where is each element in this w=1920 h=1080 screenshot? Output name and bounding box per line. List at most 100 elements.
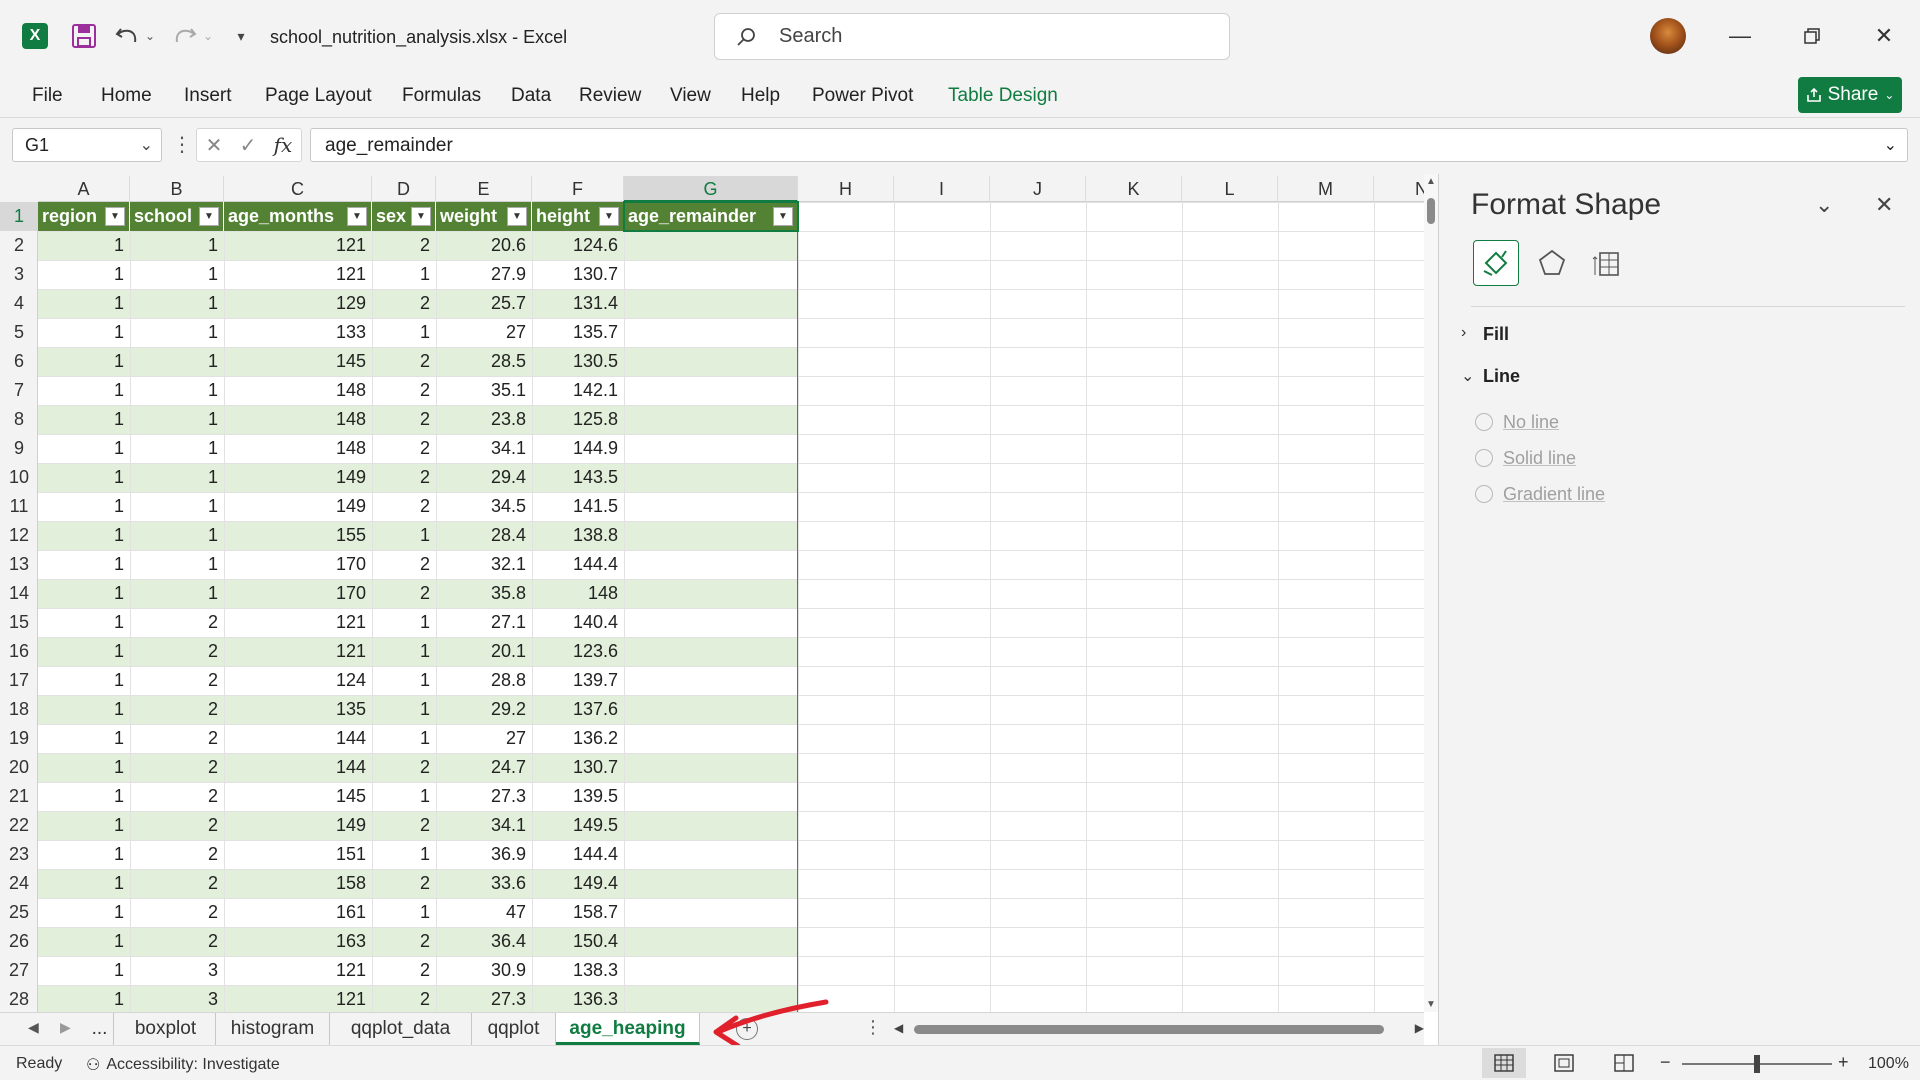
table-cell[interactable]: 151 [224, 840, 372, 869]
row-header[interactable]: 5 [0, 318, 38, 347]
table-cell[interactable]: 2 [372, 347, 436, 376]
sheet-tab-histogram[interactable]: histogram [216, 1013, 330, 1045]
table-cell[interactable]: 121 [224, 260, 372, 289]
table-cell[interactable]: 2 [372, 753, 436, 782]
table-cell[interactable]: 1 [372, 695, 436, 724]
table-cell[interactable]: 1 [38, 956, 130, 985]
table-cell[interactable]: 1 [38, 695, 130, 724]
table-cell[interactable]: 149 [224, 492, 372, 521]
table-cell[interactable]: 1 [38, 318, 130, 347]
table-cell[interactable]: 1 [38, 753, 130, 782]
undo-dropdown-icon[interactable]: ⌄ [142, 24, 158, 48]
table-cell[interactable]: 150.4 [532, 927, 624, 956]
minimize-icon[interactable]: — [1720, 18, 1760, 54]
row-header[interactable]: 8 [0, 405, 38, 434]
table-cell[interactable]: 148 [224, 376, 372, 405]
table-cell[interactable]: 1 [372, 318, 436, 347]
tab-help[interactable]: Help [741, 84, 780, 108]
table-cell[interactable]: 47 [436, 898, 532, 927]
tab-data[interactable]: Data [511, 84, 551, 108]
table-cell[interactable]: 27.9 [436, 260, 532, 289]
row-header[interactable]: 1 [0, 202, 38, 231]
zoom-out-icon[interactable]: − [1660, 1052, 1671, 1073]
table-cell[interactable]: 125.8 [532, 405, 624, 434]
table-cell[interactable]: 29.4 [436, 463, 532, 492]
zoom-slider[interactable] [1682, 1055, 1832, 1073]
table-cell[interactable]: 2 [130, 869, 224, 898]
table-cell[interactable]: 30.9 [436, 956, 532, 985]
table-cell[interactable]: 170 [224, 579, 372, 608]
table-header-cell[interactable]: sex ▼ [372, 202, 436, 231]
table-cell[interactable]: 1 [130, 376, 224, 405]
solid-line-option[interactable]: Solid line [1475, 448, 1576, 469]
table-cell[interactable]: 170 [224, 550, 372, 579]
fill-section-header[interactable]: › Fill [1461, 324, 1509, 345]
table-header-cell[interactable]: age_remainder ▼ [624, 202, 798, 231]
table-cell[interactable]: 1 [130, 347, 224, 376]
table-cell[interactable]: 129 [224, 289, 372, 318]
table-cell[interactable]: 2 [372, 811, 436, 840]
table-cell[interactable]: 35.8 [436, 579, 532, 608]
table-cell[interactable]: 27 [436, 724, 532, 753]
table-cell[interactable]: 1 [372, 260, 436, 289]
close-icon[interactable]: ✕ [1864, 18, 1904, 54]
row-header[interactable]: 21 [0, 782, 38, 811]
scroll-up-icon[interactable]: ▲ [1424, 176, 1438, 187]
table-cell[interactable]: 135.7 [532, 318, 624, 347]
table-cell[interactable]: 2 [130, 840, 224, 869]
row-header[interactable]: 22 [0, 811, 38, 840]
table-cell[interactable]: 1 [38, 927, 130, 956]
table-cell[interactable]: 1 [38, 347, 130, 376]
table-cell[interactable]: 130.5 [532, 347, 624, 376]
table-cell[interactable]: 2 [130, 753, 224, 782]
column-header[interactable]: N [1374, 176, 1424, 202]
row-header[interactable]: 19 [0, 724, 38, 753]
row-header[interactable]: 11 [0, 492, 38, 521]
search-box[interactable]: Search [714, 13, 1230, 60]
table-cell[interactable]: 131.4 [532, 289, 624, 318]
table-cell[interactable]: 1 [38, 289, 130, 318]
table-cell[interactable]: 1 [38, 376, 130, 405]
table-cell[interactable]: 2 [372, 231, 436, 260]
table-cell[interactable]: 2 [372, 869, 436, 898]
table-cell[interactable]: 141.5 [532, 492, 624, 521]
table-cell[interactable]: 28.8 [436, 666, 532, 695]
chevron-down-icon[interactable]: ⌄ [140, 135, 153, 155]
table-cell[interactable]: 2 [130, 811, 224, 840]
insert-function-icon[interactable]: fx [274, 133, 293, 157]
table-cell[interactable]: 34.1 [436, 811, 532, 840]
table-cell[interactable]: 123.6 [532, 637, 624, 666]
table-cell[interactable]: 145 [224, 782, 372, 811]
filter-dropdown-icon[interactable]: ▼ [105, 207, 125, 226]
horizontal-scrollbar[interactable]: ◀ ▶ [894, 1021, 1424, 1037]
table-cell[interactable]: 1 [130, 231, 224, 260]
table-cell[interactable]: 28.5 [436, 347, 532, 376]
table-cell[interactable]: 121 [224, 956, 372, 985]
table-cell[interactable]: 20.6 [436, 231, 532, 260]
row-header[interactable]: 9 [0, 434, 38, 463]
tab-table-design[interactable]: Table Design [948, 84, 1058, 108]
table-cell[interactable]: 1 [130, 550, 224, 579]
row-header[interactable]: 4 [0, 289, 38, 318]
table-cell[interactable]: 124 [224, 666, 372, 695]
page-layout-view-button[interactable] [1542, 1048, 1586, 1078]
table-cell[interactable]: 2 [372, 927, 436, 956]
table-cell[interactable]: 149.5 [532, 811, 624, 840]
table-cell[interactable]: 34.5 [436, 492, 532, 521]
table-cell[interactable]: 23.8 [436, 405, 532, 434]
table-header-cell[interactable]: weight ▼ [436, 202, 532, 231]
prev-sheet-icon[interactable]: ◀ [28, 1019, 39, 1036]
sheet-tab-boxplot[interactable]: boxplot [116, 1013, 216, 1045]
table-cell[interactable]: 2 [372, 405, 436, 434]
zoom-in-icon[interactable]: + [1838, 1052, 1849, 1073]
table-cell[interactable]: 35.1 [436, 376, 532, 405]
customize-qat-icon[interactable]: ▾ [230, 22, 252, 50]
table-cell[interactable]: 124.6 [532, 231, 624, 260]
table-cell[interactable]: 144 [224, 724, 372, 753]
table-cell[interactable]: 1 [38, 608, 130, 637]
line-section-header[interactable]: ⌄ Line [1461, 366, 1520, 387]
table-cell[interactable]: 139.7 [532, 666, 624, 695]
table-cell[interactable]: 1 [38, 637, 130, 666]
no-line-option[interactable]: No line [1475, 412, 1559, 433]
table-cell[interactable]: 3 [130, 985, 224, 1012]
